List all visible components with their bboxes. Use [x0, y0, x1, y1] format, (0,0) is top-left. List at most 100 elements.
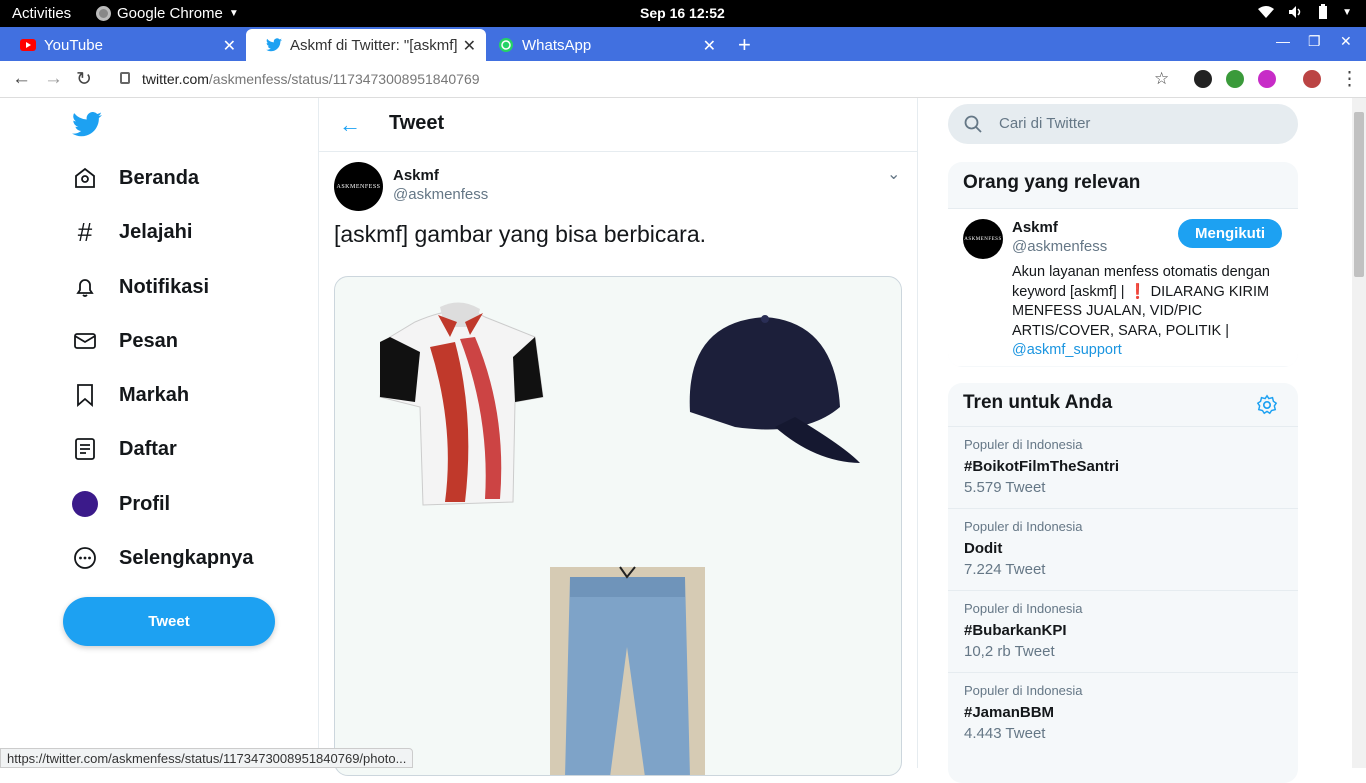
nav-label: Pesan — [119, 329, 178, 352]
bookmark-star-icon[interactable]: ☆ — [1154, 69, 1169, 89]
mail-icon — [72, 328, 98, 354]
system-tray[interactable]: ▼ — [1258, 4, 1352, 20]
page-title: Tweet — [389, 112, 445, 134]
twitter-page: Beranda # Jelajahi Notifikasi Pesan Mark… — [0, 98, 1366, 783]
nav-label: Profil — [119, 492, 171, 515]
trend-name: Dodit — [964, 540, 1003, 557]
column-divider — [917, 98, 918, 768]
tweet-button[interactable]: Tweet — [63, 597, 275, 646]
trends-title: Tren untuk Anda — [963, 392, 1113, 413]
nav-label: Notifikasi — [119, 275, 210, 298]
tab-label: YouTube — [44, 36, 103, 54]
caret-down-icon: ▼ — [228, 8, 239, 19]
scrollbar-thumb[interactable] — [1354, 112, 1364, 277]
activities-button[interactable]: Activities — [12, 5, 71, 22]
relevant-user[interactable]: ASKMENFESS Askmf @askmenfess Mengikuti A… — [948, 208, 1298, 366]
trend-name: #JamanBBM — [964, 704, 1055, 721]
relevant-user-name[interactable]: Askmf — [1012, 219, 1058, 236]
clothing-photo — [379, 302, 860, 775]
relevant-user-handle[interactable]: @askmenfess — [1012, 238, 1107, 255]
close-tab-icon[interactable]: ✕ — [463, 36, 476, 56]
minimize-icon[interactable]: — — [1276, 33, 1290, 49]
search-icon — [964, 115, 982, 133]
tab-youtube[interactable]: YouTube ✕ — [0, 29, 246, 61]
trend-item[interactable]: Populer di Indonesia #JamanBBM 4.443 Twe… — [948, 672, 1298, 754]
avatar-logo-text: ASKMENFESS — [336, 183, 381, 190]
search-box[interactable]: Cari di Twitter — [948, 104, 1298, 144]
trend-count: 10,2 rb Tweet — [964, 643, 1055, 660]
back-arrow-icon[interactable]: ← — [339, 112, 361, 138]
nav-item-pesan[interactable]: Pesan — [72, 326, 178, 356]
link-status-bar: https://twitter.com/askmenfess/status/11… — [0, 748, 414, 768]
trend-item[interactable]: Populer di Indonesia #BubarkanKPI 10,2 r… — [948, 590, 1298, 672]
author-avatar[interactable]: ASKMENFESS — [334, 162, 383, 211]
trends-card: Tren untuk Anda Populer di Indonesia #Bo… — [948, 383, 1298, 783]
tweet-media-image[interactable] — [334, 276, 902, 776]
url-path: /askmenfess/status/1173473008951840769 — [208, 71, 480, 87]
system-top-bar: Activities Google Chrome ▼ Sep 16 12:52 … — [0, 0, 1366, 27]
close-window-icon[interactable]: ✕ — [1340, 33, 1352, 50]
baseball-cap-illustration — [689, 315, 860, 463]
twitter-icon — [266, 37, 282, 53]
youtube-icon — [20, 37, 36, 53]
bio-text: Akun layanan menfess otomatis dengan key… — [1012, 264, 1270, 339]
url-host: twitter.com — [142, 71, 209, 87]
battery-icon — [1319, 4, 1328, 19]
twitter-logo-icon[interactable] — [72, 111, 102, 142]
search-placeholder: Cari di Twitter — [999, 115, 1091, 132]
tab-whatsapp[interactable]: WhatsApp ✕ — [486, 29, 726, 61]
trend-context: Populer di Indonesia — [964, 601, 1083, 616]
chevron-down-icon[interactable]: ⌄ — [887, 164, 900, 184]
column-header: ← Tweet — [319, 98, 917, 152]
app-menu[interactable]: Google Chrome ▼ — [96, 5, 239, 22]
nav-item-notifikasi[interactable]: Notifikasi — [72, 272, 209, 302]
tweet-column: ← Tweet ASKMENFESS Askmf @askmenfess ⌄ [… — [319, 98, 917, 776]
nav-label: Daftar — [119, 437, 177, 460]
following-button[interactable]: Mengikuti — [1178, 219, 1282, 248]
tab-strip: YouTube ✕ Askmf di Twitter: "[askmf] g ✕… — [0, 27, 1366, 61]
extension-icon-3[interactable] — [1258, 70, 1276, 88]
tab-twitter[interactable]: Askmf di Twitter: "[askmf] g ✕ — [246, 29, 486, 61]
author-name[interactable]: Askmf — [393, 167, 439, 184]
browser-menu-icon[interactable]: ⋮ — [1340, 68, 1359, 91]
restore-icon[interactable]: ❐ — [1308, 33, 1321, 50]
new-tab-plus-icon[interactable]: + — [738, 32, 751, 58]
avatar-logo-text: ASKMENFESS — [964, 236, 1002, 242]
page-scrollbar[interactable] — [1352, 98, 1366, 768]
trend-name: #BubarkanKPI — [964, 622, 1067, 639]
settings-gear-icon[interactable] — [1256, 394, 1278, 416]
forward-arrow-icon[interactable]: → — [44, 68, 63, 90]
trend-count: 5.579 Tweet — [964, 479, 1046, 496]
profile-avatar-icon[interactable] — [1303, 70, 1321, 88]
trend-item[interactable]: Populer di Indonesia Dodit 7.224 Tweet — [948, 508, 1298, 590]
nav-item-beranda[interactable]: Beranda — [72, 163, 199, 193]
chrome-icon — [96, 6, 111, 21]
nav-item-jelajahi[interactable]: # Jelajahi — [72, 217, 193, 247]
nav-label: Beranda — [119, 166, 200, 189]
nav-item-selengkapnya[interactable]: Selengkapnya — [72, 543, 254, 573]
nav-item-markah[interactable]: Markah — [72, 380, 189, 410]
close-tab-icon[interactable]: ✕ — [223, 36, 236, 56]
wifi-icon — [1258, 6, 1275, 18]
nav-item-daftar[interactable]: Daftar — [72, 434, 177, 464]
url-field[interactable]: twitter.com/askmenfess/status/1173473008… — [142, 71, 480, 87]
relevant-people-title: Orang yang relevan — [963, 172, 1141, 193]
profile-avatar-icon — [72, 491, 98, 517]
author-handle[interactable]: @askmenfess — [393, 186, 488, 203]
relevant-user-avatar[interactable]: ASKMENFESS — [963, 219, 1003, 259]
extension-icon-1[interactable] — [1194, 70, 1212, 88]
extension-icon-2[interactable] — [1226, 70, 1244, 88]
close-tab-icon[interactable]: ✕ — [703, 36, 716, 56]
relevant-user-bio: Akun layanan menfess otomatis dengan key… — [1012, 263, 1284, 361]
back-arrow-icon[interactable]: ← — [12, 68, 31, 90]
clock[interactable]: Sep 16 12:52 — [640, 5, 725, 21]
relevant-people-card: Orang yang relevan ASKMENFESS Askmf @ask… — [948, 162, 1298, 367]
reload-icon[interactable]: ↻ — [76, 68, 92, 91]
trend-item[interactable]: Populer di Indonesia #BoikotFilmTheSantr… — [948, 426, 1298, 508]
bookmark-icon — [72, 382, 98, 408]
tab-label: Askmf di Twitter: "[askmf] g — [290, 36, 460, 54]
nav-item-profil[interactable]: Profil — [72, 489, 170, 519]
home-icon — [72, 165, 98, 191]
bio-mention-link[interactable]: @askmf_support — [1012, 342, 1122, 358]
tab-label: WhatsApp — [522, 36, 592, 54]
